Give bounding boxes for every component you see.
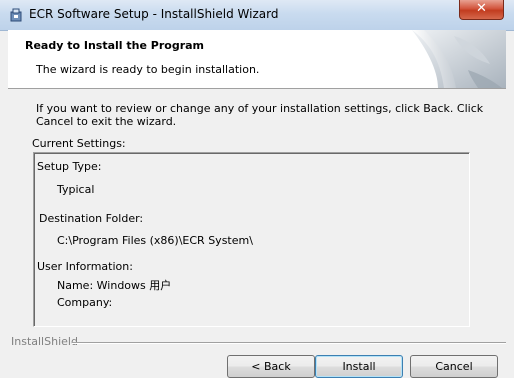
close-icon: ✕ bbox=[476, 1, 487, 16]
user-info-label: User Information: bbox=[37, 260, 133, 273]
user-company: Company: bbox=[57, 296, 113, 309]
wizard-header: Ready to Install the Program The wizard … bbox=[8, 30, 506, 89]
page-subtitle: The wizard is ready to begin installatio… bbox=[36, 63, 260, 76]
setup-type-value: Typical bbox=[57, 183, 95, 196]
destination-label: Destination Folder: bbox=[39, 212, 144, 225]
current-settings-label: Current Settings: bbox=[32, 137, 126, 150]
user-name: Name: Windows 用户 bbox=[57, 279, 172, 292]
back-button[interactable]: < Back bbox=[227, 355, 315, 378]
footer-divider bbox=[72, 342, 506, 344]
title-bar: ECR Software Setup - InstallShield Wizar… bbox=[0, 0, 514, 31]
page-curl-graphic bbox=[412, 30, 506, 88]
installshield-brand: InstallShield bbox=[11, 335, 78, 348]
intro-text: If you want to review or change any of y… bbox=[36, 102, 484, 128]
close-button[interactable]: ✕ bbox=[459, 0, 504, 20]
settings-summary[interactable]: Setup Type: Typical Destination Folder: … bbox=[33, 152, 470, 327]
installer-icon[interactable] bbox=[8, 7, 24, 23]
install-button[interactable]: Install bbox=[315, 355, 403, 378]
window-title: ECR Software Setup - InstallShield Wizar… bbox=[29, 7, 279, 21]
setup-type-label: Setup Type: bbox=[37, 160, 102, 173]
destination-value: C:\Program Files (x86)\ECR System\ bbox=[57, 234, 253, 247]
dialog-client: Ready to Install the Program The wizard … bbox=[8, 30, 506, 378]
page-title: Ready to Install the Program bbox=[25, 39, 205, 52]
cancel-button[interactable]: Cancel bbox=[410, 355, 498, 378]
